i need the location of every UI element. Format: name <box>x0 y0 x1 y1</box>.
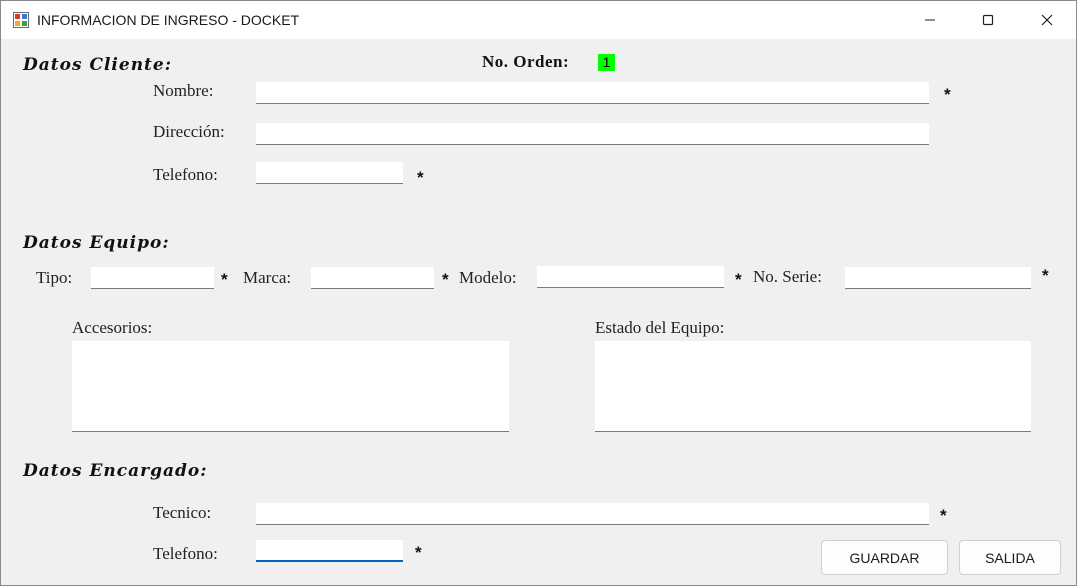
serie-required-marker: * <box>1042 266 1049 285</box>
title-bar[interactable]: INFORMACION DE INGRESO - DOCKET <box>1 1 1076 39</box>
encargado-telefono-label: Telefono: <box>153 544 218 563</box>
windows-form-icon <box>13 12 29 28</box>
tipo-field[interactable] <box>91 267 214 289</box>
serie-field[interactable] <box>845 267 1031 289</box>
modelo-label: Modelo: <box>459 268 517 287</box>
accesorios-label: Accesorios: <box>72 318 153 337</box>
accesorios-textarea[interactable] <box>72 341 509 432</box>
maximize-icon <box>982 14 994 26</box>
datos-equipo-heading: Datos Equipo: <box>23 233 170 253</box>
nombre-required-marker: * <box>944 85 951 104</box>
encargado-telefono-required-marker: * <box>415 543 422 562</box>
form-window: INFORMACION DE INGRESO - DOCKET Datos Cl… <box>0 0 1077 586</box>
close-button[interactable] <box>1018 1 1076 39</box>
cliente-telefono-required-marker: * <box>417 168 424 187</box>
modelo-field[interactable] <box>537 266 724 288</box>
cliente-telefono-label: Telefono: <box>153 165 218 184</box>
marca-required-marker: * <box>442 270 449 289</box>
salida-button[interactable]: SALIDA <box>959 540 1061 575</box>
orden-value: 1 <box>598 54 615 71</box>
tipo-required-marker: * <box>221 270 228 289</box>
window-title: INFORMACION DE INGRESO - DOCKET <box>37 12 300 28</box>
minimize-button[interactable] <box>901 1 959 39</box>
datos-cliente-heading: Datos Cliente: <box>23 55 173 75</box>
minimize-icon <box>924 14 936 26</box>
marca-label: Marca: <box>243 268 292 287</box>
nombre-label: Nombre: <box>153 81 214 100</box>
nombre-field[interactable] <box>256 82 929 104</box>
estado-textarea[interactable] <box>595 341 1031 432</box>
direccion-label: Dirección: <box>153 122 225 141</box>
modelo-required-marker: * <box>735 270 742 289</box>
encargado-telefono-field[interactable] <box>256 540 403 562</box>
tecnico-label: Tecnico: <box>153 503 212 522</box>
guardar-button[interactable]: GUARDAR <box>821 540 948 575</box>
marca-field[interactable] <box>311 267 434 289</box>
estado-label: Estado del Equipo: <box>595 318 725 337</box>
serie-label: No. Serie: <box>753 267 822 286</box>
tipo-label: Tipo: <box>36 268 73 287</box>
tecnico-field[interactable] <box>256 503 929 525</box>
maximize-button[interactable] <box>959 1 1017 39</box>
direccion-field[interactable] <box>256 123 929 145</box>
close-icon <box>1041 14 1053 26</box>
datos-encargado-heading: Datos Encargado: <box>23 461 208 481</box>
tecnico-required-marker: * <box>940 506 947 525</box>
cliente-telefono-field[interactable] <box>256 162 403 184</box>
orden-label: No. Orden: <box>482 52 570 71</box>
